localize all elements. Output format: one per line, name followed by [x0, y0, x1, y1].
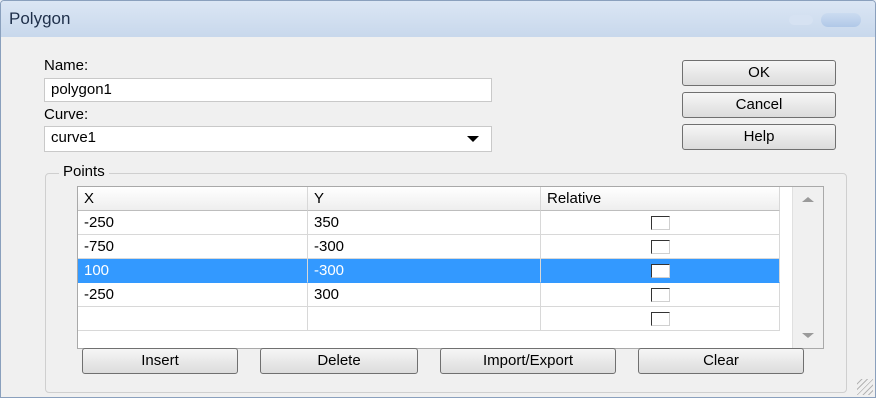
chevron-down-icon[interactable] — [467, 136, 479, 142]
column-header-y[interactable]: Y — [308, 187, 541, 211]
resize-grip-icon[interactable] — [857, 379, 873, 395]
ok-button[interactable]: OK — [682, 60, 836, 86]
column-header-x[interactable]: X — [78, 187, 308, 211]
name-input[interactable]: polygon1 — [44, 78, 492, 102]
cell-x[interactable]: 100 — [78, 259, 308, 283]
cell-x[interactable]: -250 — [78, 211, 308, 235]
table-row[interactable]: -750 -300 — [78, 235, 780, 259]
table-scrollbar[interactable] — [792, 187, 823, 348]
curve-label: Curve: — [44, 106, 89, 123]
cell-relative — [541, 259, 780, 283]
cell-relative — [541, 307, 780, 331]
table-row[interactable]: -250 350 — [78, 211, 780, 235]
cell-x[interactable]: -250 — [78, 283, 308, 307]
scroll-up-icon[interactable] — [802, 197, 814, 202]
column-header-relative[interactable]: Relative — [541, 187, 780, 211]
cancel-button[interactable]: Cancel — [682, 92, 836, 118]
cell-x[interactable] — [78, 307, 308, 331]
cell-y[interactable]: 300 — [308, 283, 541, 307]
table-header-row: X Y Relative — [78, 187, 780, 211]
minimize-control-icon[interactable] — [789, 15, 813, 25]
curve-select-value: curve1 — [51, 129, 97, 146]
points-group-label: Points — [59, 163, 109, 180]
window-title: Polygon — [9, 9, 71, 28]
points-table[interactable]: X Y Relative -250 350 -750 -300 100 -300… — [77, 186, 824, 349]
dialog-client-area: Name: polygon1 Curve: curve1 OK Cancel H… — [7, 37, 869, 393]
close-control-icon[interactable] — [821, 13, 861, 27]
table-row-selected[interactable]: 100 -300 — [78, 259, 780, 283]
cell-relative — [541, 235, 780, 259]
cell-y[interactable] — [308, 307, 541, 331]
relative-checkbox[interactable] — [651, 264, 670, 278]
cell-y[interactable]: -300 — [308, 259, 541, 283]
relative-checkbox[interactable] — [651, 288, 670, 302]
delete-button[interactable]: Delete — [260, 348, 418, 374]
cell-x[interactable]: -750 — [78, 235, 308, 259]
polygon-dialog: Polygon Name: polygon1 Curve: curve1 OK … — [0, 0, 876, 398]
cell-y[interactable]: 350 — [308, 211, 541, 235]
cell-relative — [541, 211, 780, 235]
cell-relative — [541, 283, 780, 307]
curve-select[interactable]: curve1 — [44, 126, 492, 152]
cell-y[interactable]: -300 — [308, 235, 541, 259]
table-row-empty[interactable] — [78, 307, 780, 331]
relative-checkbox[interactable] — [651, 216, 670, 230]
import-export-button[interactable]: Import/Export — [440, 348, 616, 374]
insert-button[interactable]: Insert — [82, 348, 238, 374]
relative-checkbox[interactable] — [651, 240, 670, 254]
clear-button[interactable]: Clear — [638, 348, 804, 374]
name-label: Name: — [44, 57, 89, 74]
table-row[interactable]: -250 300 — [78, 283, 780, 307]
scroll-down-icon[interactable] — [802, 333, 814, 338]
title-bar[interactable]: Polygon — [1, 1, 875, 37]
help-button[interactable]: Help — [682, 124, 836, 150]
relative-checkbox[interactable] — [651, 312, 670, 326]
